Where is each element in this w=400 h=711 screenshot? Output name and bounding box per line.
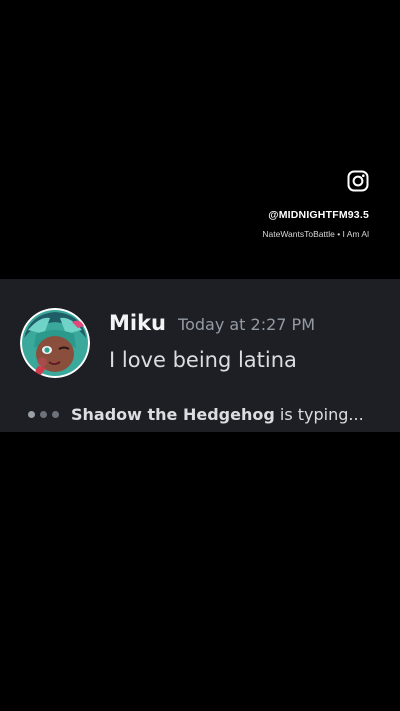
message-header: Miku Today at 2:27 PM [109, 311, 315, 335]
chat-panel: Miku Today at 2:27 PM I love being latina… [0, 279, 400, 432]
username[interactable]: Miku [109, 311, 166, 335]
timestamp: Today at 2:27 PM [178, 315, 316, 334]
typing-dot [40, 411, 47, 418]
song-credit: NateWantsToBattle • I Am Al [262, 229, 369, 239]
message-text: I love being latina [109, 348, 297, 372]
typing-user-name: Shadow the Hedgehog [71, 405, 275, 424]
typing-dot [52, 411, 59, 418]
chat-message: Miku Today at 2:27 PM I love being latina [20, 308, 390, 380]
page: @MIDNIGHTFM93.5 NateWantsToBattle • I Am… [0, 0, 400, 711]
typing-dots-icon [28, 411, 59, 418]
instagram-icon [347, 170, 369, 192]
typing-dot [28, 411, 35, 418]
typing-suffix: is typing... [274, 405, 364, 424]
watermark-overlay: @MIDNIGHTFM93.5 NateWantsToBattle • I Am… [169, 170, 369, 239]
typing-indicator: Shadow the Hedgehog is typing... [28, 405, 364, 424]
account-handle: @MIDNIGHTFM93.5 [268, 209, 369, 221]
avatar[interactable] [20, 308, 90, 378]
